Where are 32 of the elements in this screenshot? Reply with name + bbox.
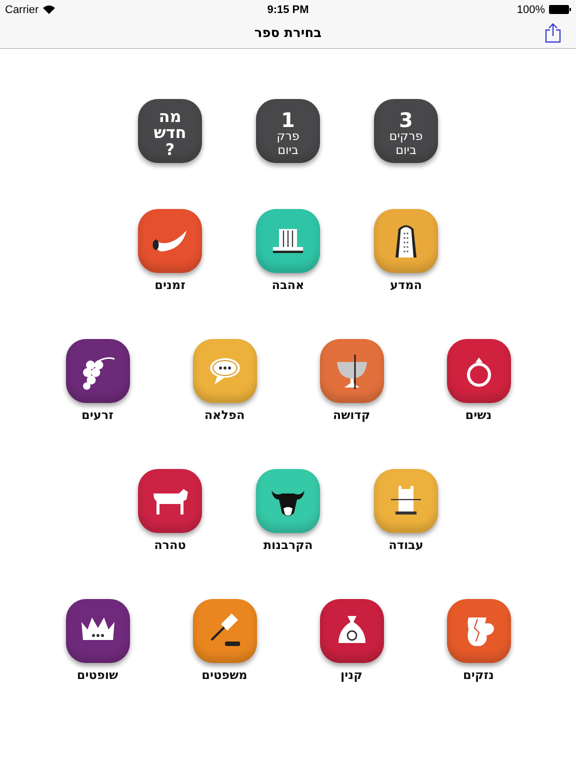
screen-title: בחירת ספר <box>254 26 322 41</box>
wifi-icon <box>42 5 55 14</box>
book-label: נשים <box>465 407 492 423</box>
book-label: קדושה <box>332 407 370 423</box>
reading-plan-button[interactable]: מה חדש ? <box>138 99 202 163</box>
book-label: המדע <box>390 277 422 293</box>
book-label: הפלאה <box>204 407 245 423</box>
book-label: שופטים <box>76 667 118 683</box>
book-button[interactable] <box>66 339 130 403</box>
book-label: אהבה <box>272 277 304 293</box>
carrier-label: Carrier <box>5 4 39 16</box>
clock: 9:15 PM <box>267 4 309 16</box>
book-button[interactable] <box>374 469 438 533</box>
battery-icon <box>549 5 571 14</box>
book-label: משפטים <box>202 667 248 683</box>
book-button[interactable] <box>66 599 130 663</box>
book-button[interactable] <box>320 599 384 663</box>
battery-percent: 100% <box>516 4 545 16</box>
book-button[interactable] <box>192 599 256 663</box>
book-button[interactable] <box>256 209 320 273</box>
book-label: הקרבנות <box>263 537 313 553</box>
book-label: טהרה <box>154 537 186 553</box>
book-label: נזקים <box>463 667 494 683</box>
book-button[interactable] <box>446 339 510 403</box>
book-label: זרעים <box>82 407 114 423</box>
book-button[interactable] <box>138 469 202 533</box>
book-label: עבודה <box>388 537 424 553</box>
book-button[interactable] <box>256 469 320 533</box>
book-label: זמנים <box>154 277 186 293</box>
book-button[interactable] <box>374 209 438 273</box>
share-icon[interactable] <box>545 23 561 43</box>
book-label: קנין <box>340 667 362 683</box>
